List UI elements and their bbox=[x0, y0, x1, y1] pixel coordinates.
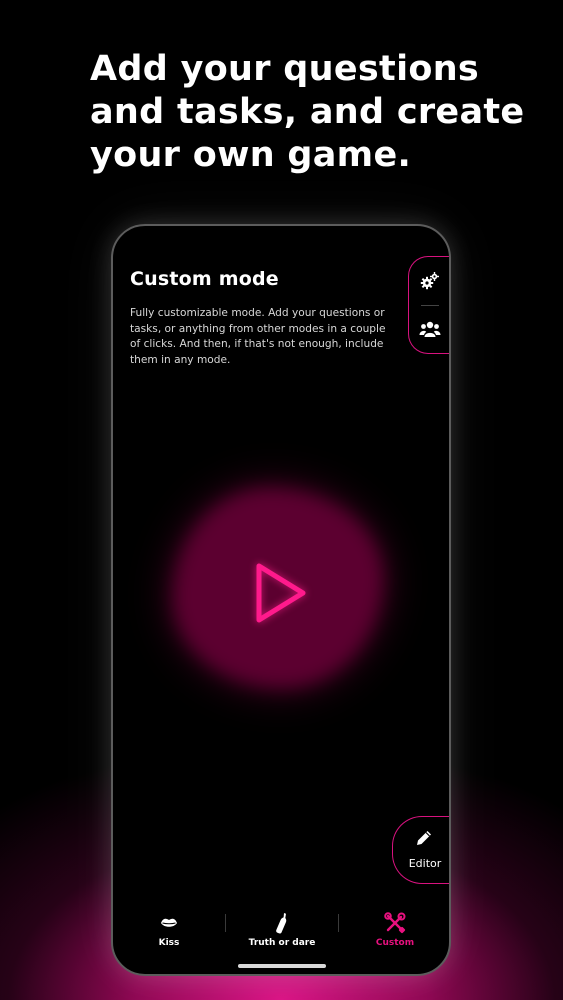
tab-truth-or-dare[interactable]: Truth or dare bbox=[226, 906, 338, 950]
promo-headline: Add your questions and tasks, and create… bbox=[90, 48, 530, 177]
tab-custom-label: Custom bbox=[375, 938, 415, 948]
side-panel bbox=[408, 256, 449, 354]
play-icon[interactable] bbox=[245, 556, 315, 630]
gears-icon bbox=[420, 272, 439, 290]
settings-button[interactable] bbox=[409, 261, 449, 301]
headline-line-2: and tasks, and create bbox=[90, 92, 525, 132]
tools-icon bbox=[384, 912, 406, 934]
home-indicator bbox=[238, 964, 326, 968]
phone-frame: Custom mode Fully customizable mode. Add… bbox=[111, 224, 451, 976]
tab-truth-or-dare-label: Truth or dare bbox=[248, 938, 316, 948]
editor-label: Editor bbox=[408, 857, 442, 870]
tab-kiss[interactable]: Kiss bbox=[113, 906, 225, 950]
side-panel-divider bbox=[421, 305, 439, 306]
players-button[interactable] bbox=[409, 309, 449, 349]
lips-icon bbox=[161, 918, 177, 927]
screen: Add your questions and tasks, and create… bbox=[0, 0, 563, 1000]
bottle-icon bbox=[276, 913, 287, 934]
headline-line-3: your own game. bbox=[90, 135, 412, 175]
group-icon bbox=[419, 321, 441, 337]
pencil-icon bbox=[417, 831, 431, 845]
headline-line-1: Add your questions bbox=[90, 49, 480, 89]
tab-custom[interactable]: Custom bbox=[339, 906, 449, 950]
mode-description: Fully customizable mode. Add your questi… bbox=[130, 307, 386, 366]
bottom-tab-bar: Kiss Truth or dare Custom bbox=[113, 906, 449, 950]
mode-title: Custom mode bbox=[130, 268, 279, 290]
editor-button[interactable]: Editor bbox=[392, 816, 449, 884]
tab-kiss-label: Kiss bbox=[158, 938, 180, 948]
